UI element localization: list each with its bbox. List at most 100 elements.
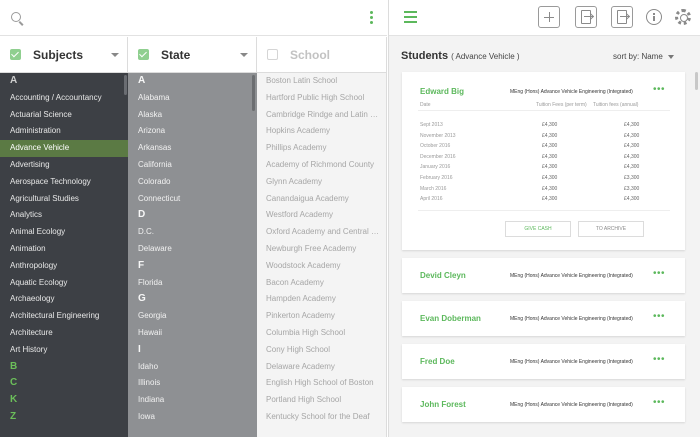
state-item[interactable]: Iowa [128,409,257,426]
school-item[interactable]: Bacon Academy [257,275,386,292]
student-name[interactable]: John Forest [420,400,466,409]
state-item[interactable]: California [128,157,257,174]
student-card[interactable]: Evan Doberman MEng (Hons) Advance Vehicle… [402,301,685,336]
more-horizontal-icon[interactable]: ••• [653,268,665,279]
student-card[interactable]: Fred Doe MEng (Hons) Advance Vehicle Engi… [402,344,685,379]
school-checkbox[interactable] [267,49,278,60]
state-item[interactable]: Hawaii [128,325,257,342]
school-item[interactable]: Kentucky School for the Deaf [257,409,386,426]
subject-item[interactable]: Art History [0,342,128,359]
more-horizontal-icon[interactable]: ••• [653,311,665,322]
student-course: MEng (Hons) Advance Vehicle Engineering … [510,359,633,365]
students-scrollbar[interactable] [695,72,698,90]
subject-item[interactable]: Anthropology [0,258,128,275]
school-item[interactable]: Newburgh Free Academy [257,241,386,258]
school-item[interactable]: Cambridge Rindge and Latin School [257,107,386,124]
chevron-down-icon[interactable] [668,55,674,59]
state-item[interactable]: D.C. [128,224,257,241]
subject-item[interactable]: Administration [0,123,128,140]
state-item[interactable]: Alaska [128,107,257,124]
student-card[interactable]: Devid Cleyn MEng (Hons) Advance Vehicle E… [402,258,685,293]
letter-header: C [10,377,18,389]
state-item[interactable]: Colorado [128,174,257,191]
add-icon[interactable] [538,6,560,28]
state-item[interactable]: Alabama [128,90,257,107]
student-name[interactable]: Evan Doberman [420,314,481,323]
more-vertical-icon[interactable] [368,11,374,25]
state-item[interactable]: Connecticut [128,191,257,208]
subject-item[interactable]: Accounting / Accountancy [0,90,128,107]
state-item[interactable]: Arizona [128,123,257,140]
table-row: February 2016 £4,300 £3,300 [402,173,685,184]
subject-item[interactable]: Animal Ecology [0,224,128,241]
more-horizontal-icon[interactable]: ••• [653,397,665,408]
school-item[interactable]: Woodstock Academy [257,258,386,275]
subject-item[interactable]: Analytics [0,207,128,224]
subject-item[interactable]: Animation [0,241,128,258]
more-horizontal-icon[interactable]: ••• [653,354,665,365]
school-item[interactable]: Pinkerton Academy [257,308,386,325]
state-item[interactable]: Delaware [128,241,257,258]
school-item[interactable]: English High School of Boston [257,375,386,392]
state-checkbox[interactable] [138,49,149,60]
state-item[interactable]: Georgia [128,308,257,325]
school-item[interactable]: Canandaigua Academy [257,191,386,208]
menu-icon[interactable] [404,11,417,23]
school-item[interactable]: Hampden Academy [257,291,386,308]
student-card-expanded[interactable]: Edward Big MEng (Hons) Advance Vehicle E… [402,72,685,250]
school-item[interactable]: Hartford Public High School [257,90,386,107]
subjects-scrollbar[interactable] [124,75,127,95]
school-item[interactable]: Columbia High School [257,325,386,342]
subject-item[interactable]: Advance Vehicle [0,140,128,157]
info-icon[interactable] [646,9,662,25]
subject-item[interactable]: Aquatic Ecology [0,275,128,292]
student-name[interactable]: Edward Big [420,87,464,96]
divider [418,110,670,111]
state-item[interactable]: Idaho [128,359,257,376]
school-item[interactable]: Hopkins Academy [257,123,386,140]
chevron-down-icon[interactable] [240,53,248,57]
subject-item[interactable]: Actuarial Science [0,107,128,124]
state-item[interactable]: Florida [128,275,257,292]
more-horizontal-icon[interactable]: ••• [653,84,665,95]
subjects-checkbox[interactable] [10,49,21,60]
subject-item[interactable]: Aerospace Technology [0,174,128,191]
school-item[interactable]: Phillips Academy [257,140,386,157]
subject-item[interactable]: Agricultural Studies [0,191,128,208]
export-icon[interactable] [575,6,597,28]
students-title: Students [401,50,449,62]
school-item[interactable]: Oxford Academy and Central School [257,224,386,241]
state-item[interactable]: Illinois [128,375,257,392]
school-item[interactable]: Westford Academy [257,207,386,224]
state-scrollbar[interactable] [252,75,255,111]
student-card[interactable]: John Forest MEng (Hons) Advance Vehicle E… [402,387,685,422]
state-item[interactable]: Arkansas [128,140,257,157]
school-item[interactable]: Delaware Academy [257,359,386,376]
school-item[interactable]: Portland High School [257,392,386,409]
sort-dropdown[interactable]: sort by: Name [613,52,663,61]
subjects-column-header[interactable]: Subjects [0,37,128,73]
chevron-down-icon[interactable] [111,53,119,57]
give-cash-button[interactable]: GIVE CASH [505,221,571,237]
search-input[interactable] [30,7,350,29]
state-item[interactable]: Indiana [128,392,257,409]
subject-item[interactable]: Archaeology [0,291,128,308]
search-icon[interactable] [11,12,21,22]
subject-item[interactable]: Architecture [0,325,128,342]
state-column-header[interactable]: State [128,37,257,73]
subjects-header-label: Subjects [33,48,84,62]
school-item[interactable]: Cony High School [257,342,386,359]
table-cell: £4,300 [542,153,558,160]
subject-item[interactable]: Advertising [0,157,128,174]
student-name[interactable]: Devid Cleyn [420,271,466,280]
subject-item[interactable]: Architectural Engineering [0,308,128,325]
gear-icon[interactable] [675,9,691,25]
school-item[interactable]: Academy of Richmond County [257,157,386,174]
student-name[interactable]: Fred Doe [420,357,455,366]
school-item[interactable]: Boston Latin School [257,73,386,90]
to-archive-button[interactable]: TO ARCHIVE [578,221,644,237]
school-column-header[interactable]: School [257,37,387,73]
letter-header: I [138,343,141,355]
import-icon[interactable] [611,6,633,28]
school-item[interactable]: Glynn Academy [257,174,386,191]
